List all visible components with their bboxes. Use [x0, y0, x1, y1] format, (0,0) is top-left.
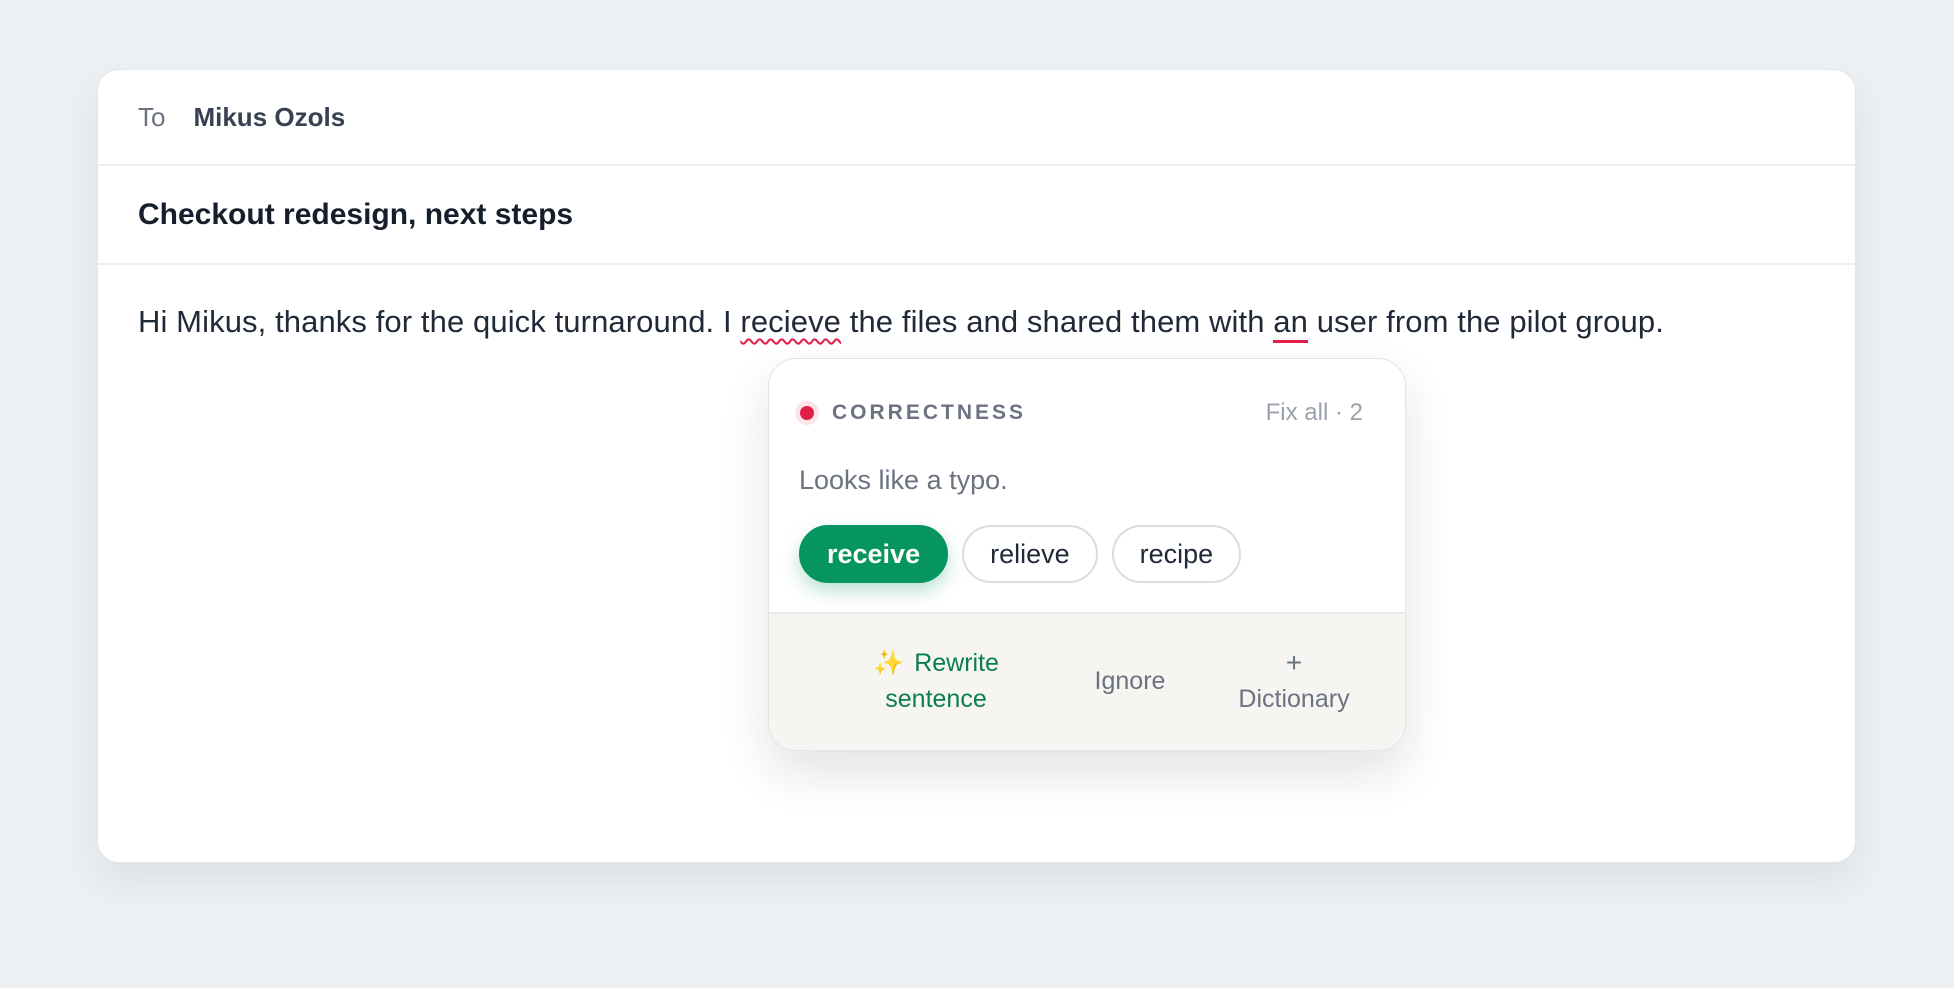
- fix-all-button[interactable]: Fix all · 2: [1266, 399, 1363, 427]
- suggestion-hint: Looks like a typo.: [799, 465, 1008, 495]
- grammar-error-word[interactable]: an: [1273, 304, 1308, 343]
- suggestion-chip-relieve[interactable]: relieve: [962, 525, 1098, 583]
- suggestion-chip-receive[interactable]: receive: [799, 525, 949, 583]
- rewrite-sentence-button[interactable]: ✨ Rewrite sentence: [843, 614, 1029, 748]
- recipient-row[interactable]: To Mikus Ozols: [98, 70, 1855, 166]
- ignore-button[interactable]: Ignore: [1085, 614, 1175, 748]
- suggestion-popover: CORRECTNESS Fix all · 2 Looks like a typ…: [768, 358, 1406, 751]
- category-label-group: CORRECTNESS: [797, 401, 1026, 425]
- subject-row[interactable]: Checkout redesign, next steps: [98, 166, 1855, 265]
- popover-footer: ✨ Rewrite sentence Ignore + Dictionary: [769, 612, 1405, 750]
- ignore-label: Ignore: [1094, 667, 1166, 695]
- suggestion-chip-recipe[interactable]: recipe: [1111, 525, 1242, 583]
- body-text-segment: user from the pilot group.: [1307, 304, 1664, 339]
- sparkle-icon: ✨: [873, 649, 905, 677]
- plus-icon: +: [1285, 647, 1303, 678]
- add-to-dictionary-button[interactable]: + Dictionary: [1219, 614, 1369, 748]
- category-label: CORRECTNESS: [832, 401, 1027, 424]
- dictionary-label: Dictionary: [1238, 685, 1350, 713]
- body-text-segment: the files and shared them with: [841, 304, 1274, 339]
- correctness-dot-icon: [800, 406, 814, 420]
- to-label: To: [138, 101, 166, 132]
- misspelled-word[interactable]: recieve: [740, 304, 841, 339]
- body-text-segment: Hi Mikus, thanks for the quick turnaroun…: [138, 304, 741, 339]
- subject-text[interactable]: Checkout redesign, next steps: [138, 198, 573, 232]
- popover-header: CORRECTNESS Fix all · 2: [797, 399, 1363, 427]
- suggestion-chips: receive relieve recipe: [799, 525, 1242, 583]
- recipient-name[interactable]: Mikus Ozols: [193, 102, 345, 133]
- email-body[interactable]: Hi Mikus, thanks for the quick turnaroun…: [138, 304, 1664, 343]
